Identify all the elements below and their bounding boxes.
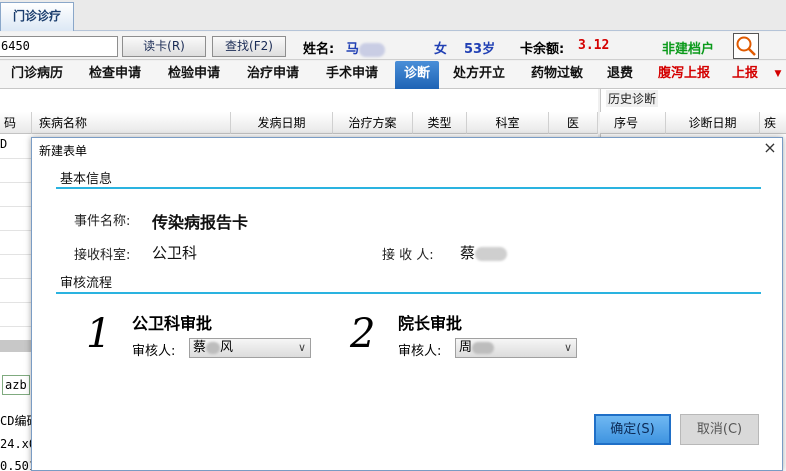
cancel-button[interactable]: 取消(C) <box>680 414 759 445</box>
menu-prescription[interactable]: 处方开立 <box>444 61 514 89</box>
card-number-input[interactable]: 6450 <box>0 36 118 57</box>
chevron-down-icon: ∨ <box>297 341 306 354</box>
col-disease[interactable]: 疾 <box>760 112 786 134</box>
patient-info-bar: 6450 读卡(R) 查找(F2) 姓名: 马 女 53岁 卡余额: 3.12 … <box>0 32 786 60</box>
col-type[interactable]: 类型 <box>413 112 467 134</box>
basic-info-divider <box>56 187 761 189</box>
receiver-value: 蔡 <box>460 242 508 263</box>
magnifier-button[interactable] <box>733 33 759 59</box>
step-2-reviewer-value: 周 <box>459 340 473 355</box>
receiver-name: 蔡 <box>460 244 476 262</box>
new-form-dialog: 新建表单 × 基本信息 事件名称: 传染病报告卡 接收科室: 公卫科 接 收 人… <box>31 137 783 471</box>
menu-diagnosis[interactable]: 诊断 <box>395 61 439 89</box>
tab-strip: 门诊诊疗 <box>0 0 786 31</box>
diagnosis-grid-header: 码 疾病名称 发病日期 治疗方案 类型 科室 医 <box>0 112 598 134</box>
menu-drug-allergy[interactable]: 药物过敏 <box>522 61 592 89</box>
name-label: 姓名: <box>303 42 335 57</box>
reviewer-redaction <box>472 341 495 354</box>
step-1-title: 公卫科审批 <box>132 314 213 333</box>
step-1-number: 1 <box>86 311 112 357</box>
confirm-button[interactable]: 确定(S) <box>594 414 671 445</box>
review-flow-divider <box>56 292 761 294</box>
patient-name: 马 <box>346 38 386 57</box>
patient-gender: 女 <box>434 42 448 57</box>
col-seq[interactable]: 序号 <box>610 112 666 134</box>
basic-info-heading: 基本信息 <box>60 172 113 187</box>
close-icon[interactable]: × <box>762 140 778 156</box>
col-treatment-plan[interactable]: 治疗方案 <box>333 112 413 134</box>
menu-refund[interactable]: 退费 <box>600 61 640 89</box>
col-doctor[interactable]: 医 <box>549 112 598 134</box>
receiving-dept-value: 公卫科 <box>152 244 198 262</box>
tab-outpatient[interactable]: 门诊诊疗 <box>0 2 74 31</box>
step-1-reviewer-value: 蔡 <box>193 340 207 355</box>
menu-overflow-arrow-icon[interactable]: ▼ <box>772 61 784 89</box>
magnifier-icon <box>736 36 756 56</box>
col-diag-date[interactable]: 诊断日期 <box>666 112 760 134</box>
history-title: 历史诊断 <box>606 90 659 107</box>
menu-outpatient-record[interactable]: 门诊病历 <box>0 61 74 89</box>
receiving-dept-label: 接收科室: <box>74 248 131 263</box>
event-name-value: 传染病报告卡 <box>152 213 249 232</box>
patient-name-text: 马 <box>346 42 360 57</box>
balance-value: 3.12 <box>578 38 610 53</box>
receiver-redaction <box>475 246 508 261</box>
step-2-title: 院长审批 <box>398 314 463 333</box>
col-disease-name[interactable]: 疾病名称 <box>35 112 231 134</box>
menu-diarrhea-report[interactable]: 腹泻上报 <box>648 61 720 89</box>
name-redaction <box>359 42 386 57</box>
menu-report[interactable]: 上报 <box>726 61 764 89</box>
balance-label: 卡余额: <box>520 42 565 57</box>
step-2-number: 2 <box>350 311 376 357</box>
history-grid-header: 序号 诊断日期 疾 <box>600 112 786 134</box>
step-2-reviewer-label: 审核人: <box>398 344 442 359</box>
chevron-down-icon: ∨ <box>563 341 572 354</box>
read-card-button[interactable]: 读卡(R) <box>122 36 206 57</box>
dialog-title: 新建表单 <box>39 144 88 158</box>
menu-treatment-request[interactable]: 治疗申请 <box>236 61 310 89</box>
azb-input[interactable]: azb <box>2 375 30 395</box>
step-1-reviewer-select[interactable]: 蔡风 ∨ <box>189 338 311 358</box>
menu-lab-request[interactable]: 检验申请 <box>156 61 232 89</box>
receiver-label: 接 收 人: <box>382 248 434 263</box>
col-onset-date[interactable]: 发病日期 <box>231 112 333 134</box>
event-name-label: 事件名称: <box>74 214 131 229</box>
col-department[interactable]: 科室 <box>467 112 549 134</box>
step-1-reviewer-label: 审核人: <box>132 344 176 359</box>
grid-first-cell: D <box>0 137 8 151</box>
reviewer-redaction <box>206 341 221 354</box>
review-flow-heading: 审核流程 <box>60 276 113 291</box>
patient-age: 53岁 <box>464 42 496 57</box>
grid-scrollbar[interactable] <box>0 340 31 352</box>
menu-exam-request[interactable]: 检查申请 <box>78 61 152 89</box>
step-2-reviewer-select[interactable]: 周 ∨ <box>455 338 577 358</box>
menu-surgery-request[interactable]: 手术申请 <box>314 61 390 89</box>
search-button[interactable]: 查找(F2) <box>212 36 286 57</box>
step-1-reviewer-tail: 风 <box>220 340 234 355</box>
col-code[interactable]: 码 <box>0 112 32 134</box>
menu-bar: 门诊病历 检查申请 检验申请 治疗申请 手术申请 诊断 处方开立 药物过敏 退费… <box>0 61 786 89</box>
archive-status: 非建档户 <box>662 42 715 57</box>
